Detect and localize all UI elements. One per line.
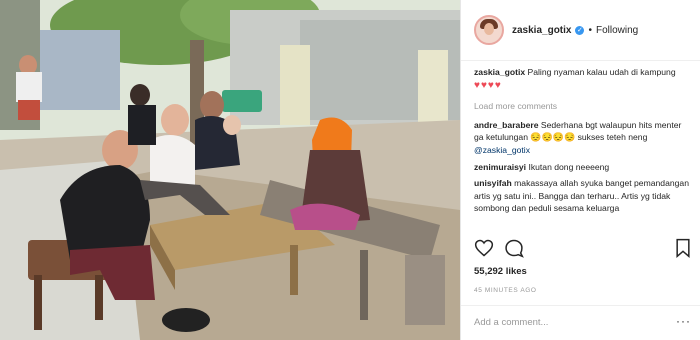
- post-timestamp: 45 MINUTES AGO: [474, 287, 537, 294]
- comment-icon[interactable]: [504, 238, 524, 258]
- mention-link[interactable]: @zaskia_gotix: [474, 145, 530, 155]
- post-photo[interactable]: [0, 0, 460, 340]
- separator-dot: •: [588, 24, 592, 36]
- list-item: unisyifah makassaya allah syuka banget p…: [474, 177, 692, 215]
- comment-username[interactable]: unisyifah: [474, 178, 512, 188]
- post-sidebar: zaskia_gotix ✓ • Following zaskia_gotix …: [460, 0, 700, 340]
- list-item: zenimuraisyi Ikutan dong neeeeng: [474, 161, 692, 174]
- avatar[interactable]: [474, 15, 504, 45]
- sad-face-emoji-icon: 😔😔😔😔: [530, 132, 576, 143]
- comment-username[interactable]: andre_barabere: [474, 120, 539, 130]
- post-header: zaskia_gotix ✓ • Following: [461, 0, 700, 61]
- post-username[interactable]: zaskia_gotix: [512, 25, 571, 36]
- action-bar: [474, 238, 694, 260]
- following-button[interactable]: Following: [596, 25, 638, 36]
- list-item: andre_barabere Sederhana bgt walaupun hi…: [474, 119, 692, 157]
- load-more-comments-link[interactable]: Load more comments: [474, 100, 692, 113]
- verified-badge-icon: ✓: [575, 25, 585, 35]
- comment-text-extra: sukses teteh neng: [577, 132, 648, 143]
- heart-emoji-icon: ♥♥♥♥: [474, 79, 502, 91]
- caption-username[interactable]: zaskia_gotix: [474, 67, 525, 77]
- more-options-icon[interactable]: ···: [676, 314, 691, 328]
- family-photo-image: [0, 0, 460, 340]
- add-comment-bar: Add a comment... ···: [461, 305, 700, 340]
- comment-text: Ikutan dong neeeeng: [528, 161, 610, 172]
- comments-list: zaskia_gotix Paling nyaman kalau udah di…: [474, 66, 692, 234]
- heart-icon[interactable]: [474, 238, 494, 258]
- likes-count[interactable]: 55,292 likes: [474, 266, 527, 277]
- caption: zaskia_gotix Paling nyaman kalau udah di…: [474, 66, 692, 92]
- bookmark-icon[interactable]: [674, 238, 692, 258]
- comment-username[interactable]: zenimuraisyi: [474, 162, 526, 172]
- caption-text: Paling nyaman kalau udah di kampung: [527, 67, 676, 77]
- add-comment-input[interactable]: Add a comment...: [474, 317, 548, 328]
